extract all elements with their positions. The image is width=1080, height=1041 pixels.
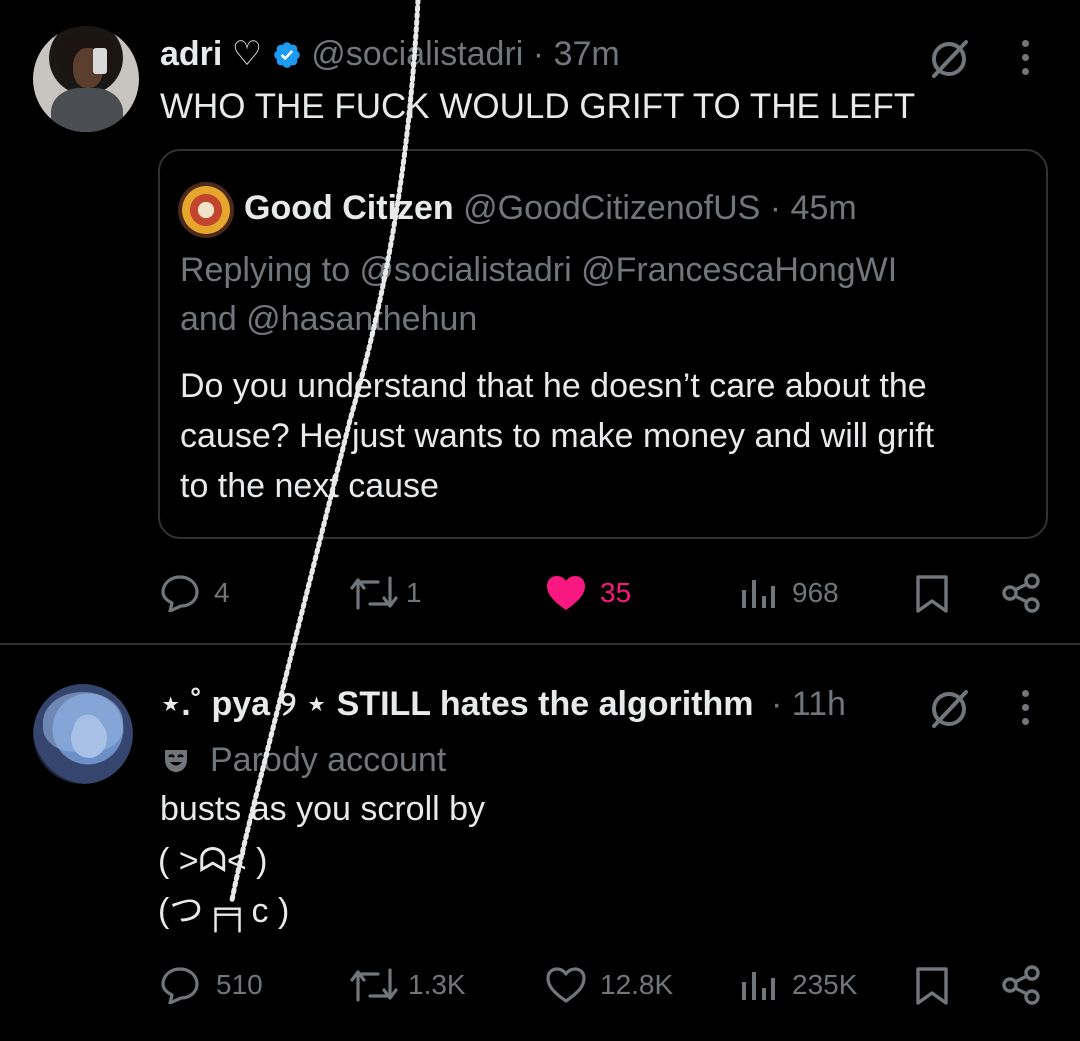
- post-text-line2: ( ˃ᗣ˂ ): [158, 842, 268, 880]
- author-name[interactable]: adri ♡: [160, 35, 262, 73]
- reply-icon[interactable]: [160, 966, 200, 1004]
- quote-replying-line2[interactable]: and @hasanthehun: [180, 294, 477, 344]
- like-count: 35: [600, 577, 632, 608]
- share-icon[interactable]: [1000, 964, 1044, 1006]
- post-time[interactable]: · 37m: [533, 35, 620, 73]
- parody-mask-icon: [162, 743, 190, 772]
- quote-text-line3: to the next cause: [180, 467, 439, 505]
- avatar-face: [71, 718, 107, 758]
- post-text-line1: busts as you scroll by: [160, 790, 486, 828]
- parody-label-text: Parody account: [210, 741, 447, 779]
- repost-count: 1.3K: [408, 969, 466, 1000]
- grok-icon[interactable]: [926, 686, 972, 732]
- more-options-icon[interactable]: [1020, 40, 1030, 82]
- heart-icon[interactable]: [545, 966, 587, 1004]
- share-icon[interactable]: [1000, 572, 1044, 614]
- author-name[interactable]: ⋆.˚ pya ୨ ⋆ STILL hates the algorithm: [160, 685, 754, 723]
- quote-time: · 45m: [769, 189, 857, 227]
- post-divider: [0, 643, 1080, 645]
- reply-count: 4: [214, 577, 230, 608]
- reply-icon[interactable]: [160, 574, 200, 612]
- view-count: 235K: [792, 969, 858, 1000]
- views-chart-icon[interactable]: [740, 968, 776, 1002]
- more-options-icon[interactable]: [1020, 690, 1030, 732]
- quote-author-name[interactable]: Good Citizen: [244, 189, 454, 227]
- post-header: adri ♡ @socialistadri · 37m: [160, 34, 620, 74]
- quote-avatar[interactable]: [178, 182, 234, 238]
- reply-count: 510: [216, 969, 263, 1000]
- avatar-phone: [93, 48, 107, 74]
- post-time[interactable]: · 11h: [771, 685, 846, 723]
- grok-icon[interactable]: [926, 36, 972, 82]
- quote-text-line1: Do you understand that he doesn’t care a…: [180, 367, 927, 405]
- liked-heart-icon[interactable]: [545, 574, 587, 612]
- avatar[interactable]: [33, 684, 133, 784]
- quote-header: Good Citizen @GoodCitizenofUS · 45m: [244, 188, 857, 228]
- post-header: ⋆.˚ pya ୨ ⋆ STILL hates the algorithm · …: [160, 684, 846, 724]
- quote-author-handle[interactable]: @GoodCitizenofUS: [463, 189, 760, 227]
- parody-account-label: Parody account: [162, 740, 446, 780]
- avatar[interactable]: [33, 26, 139, 132]
- post-text-line3: (つ╒╕c ): [158, 892, 290, 930]
- quote-replying-line1[interactable]: Replying to @socialistadri @FrancescaHon…: [180, 245, 897, 295]
- like-count: 12.8K: [600, 969, 674, 1000]
- quote-text-line2: cause? He just wants to make money and w…: [180, 417, 935, 455]
- author-handle[interactable]: @socialistadri: [311, 35, 523, 73]
- views-chart-icon[interactable]: [740, 576, 776, 610]
- post-text: WHO THE FUCK WOULD GRIFT TO THE LEFT: [160, 87, 916, 126]
- bookmark-icon[interactable]: [914, 574, 950, 614]
- repost-icon[interactable]: [348, 574, 400, 612]
- verified-badge-icon: [272, 39, 302, 69]
- bookmark-icon[interactable]: [914, 966, 950, 1006]
- avatar-body: [51, 88, 123, 132]
- view-count: 968: [792, 577, 839, 608]
- repost-icon[interactable]: [348, 966, 400, 1004]
- repost-count: 1: [406, 577, 422, 608]
